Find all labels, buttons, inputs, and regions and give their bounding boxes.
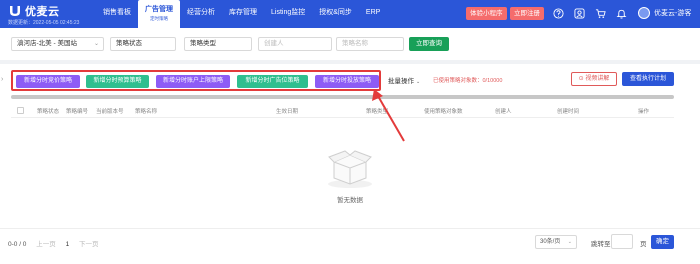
new-budget-strategy-button[interactable]: 新增分时预算策略 — [86, 75, 149, 88]
divider — [0, 228, 700, 229]
sync-time: 数据更新：2022-05-05 02:45:23 — [8, 20, 80, 26]
col-actions: 操作 — [638, 109, 650, 115]
new-targeting-strategy-button[interactable]: 新增分时投放策略 — [315, 75, 379, 88]
col-type[interactable]: 策略类型 — [366, 107, 388, 115]
nav-ad-management[interactable]: 广告管理 定时策略 — [138, 0, 180, 28]
strategy-list-card: › 新增分时竞价策略 新增分时预算策略 新增分时账户上限策略 新增分时广告位策略… — [0, 64, 700, 264]
table-header: 策略状态 策略编号 当前版本号 策略名称 生效日期 策略类型 使用策略对象数 创… — [11, 102, 674, 118]
register-button[interactable]: 立即注册 — [510, 7, 544, 20]
user-center-icon[interactable] — [573, 7, 585, 19]
page-size-select[interactable]: 30条/页 ⌄ — [535, 235, 577, 249]
play-icon: ⊙ — [578, 76, 584, 82]
current-page[interactable]: 1 — [66, 241, 70, 248]
logo-text: 优麦云 — [25, 6, 60, 18]
bell-icon[interactable] — [615, 7, 627, 19]
batch-operation-label: 批量操作 — [388, 78, 414, 85]
user-menu[interactable]: 优麦云-游客 — [638, 7, 691, 19]
col-create-time[interactable]: 创建时间 — [557, 107, 579, 115]
nav-sales-board[interactable]: 销售看板 — [96, 0, 138, 28]
avatar — [638, 7, 650, 19]
strategy-name-input[interactable]: 策略名称 — [336, 37, 404, 51]
filter-bar: 滇河店-北美 - 美国站 ⌄ 策略状态 策略类型 创建人 策略名称 立即查询 — [0, 28, 700, 60]
nav-erp[interactable]: ERP — [359, 0, 387, 28]
video-tutorial-button[interactable]: ⊙ 视频讲解 — [571, 72, 617, 86]
cart-icon[interactable] — [594, 7, 606, 19]
new-bid-strategy-button[interactable]: 新增分时竞价策略 — [16, 75, 80, 88]
nav-ad-management-label: 广告管理 — [145, 6, 173, 13]
nav-auth-sync[interactable]: 授权&同步 — [312, 0, 359, 28]
video-tutorial-label: 视频讲解 — [585, 76, 610, 82]
next-page-button[interactable]: 下一页 — [79, 241, 99, 248]
query-button[interactable]: 立即查询 — [409, 37, 449, 51]
creator-placeholder: 创建人 — [264, 40, 284, 47]
nav-inventory[interactable]: 库存管理 — [222, 0, 264, 28]
strategy-name-placeholder: 策略名称 — [342, 40, 368, 47]
view-execution-plan-button[interactable]: 查看执行计划 — [622, 72, 674, 86]
help-icon[interactable] — [552, 7, 564, 19]
page-range: 0-0 / 0 — [8, 241, 27, 248]
main-nav: 销售看板 广告管理 定时策略 经营分析 库存管理 Listing监控 授权&同步… — [96, 0, 387, 28]
col-id[interactable]: 策略编号 — [66, 107, 88, 115]
goto-page-input[interactable] — [611, 234, 633, 249]
goto-confirm-button[interactable]: 确定 — [651, 235, 674, 249]
prev-page-button[interactable]: 上一页 — [36, 241, 56, 248]
col-creator[interactable]: 创建人 — [495, 107, 512, 115]
col-name[interactable]: 策略名称 — [135, 107, 157, 115]
chevron-right-icon[interactable]: › — [1, 76, 3, 83]
shop-select-value: 滇河店-北美 - 美国站 — [17, 40, 77, 47]
select-all-checkbox[interactable] — [17, 107, 24, 114]
shop-select[interactable]: 滇河店-北美 - 美国站 ⌄ — [11, 37, 104, 51]
new-account-limit-strategy-button[interactable]: 新增分时账户上限策略 — [156, 75, 230, 88]
username: 优麦云-游客 — [654, 10, 692, 17]
new-placement-strategy-button[interactable]: 新增分时广告位策略 — [237, 75, 308, 88]
used-object-count: 已使用策略对象数：0/10000 — [433, 78, 503, 84]
col-object-count[interactable]: 使用策略对象数 — [424, 107, 463, 115]
strategy-type-value: 策略类型 — [190, 40, 216, 47]
chevron-down-icon: ⌄ — [93, 41, 99, 47]
top-navbar: 优麦云 数据更新：2022-05-05 02:45:23 销售看板 广告管理 定… — [0, 0, 700, 28]
chevron-down-icon: ⌄ — [567, 239, 572, 245]
empty-box-icon — [328, 150, 372, 188]
new-strategy-group-highlight: 新增分时竞价策略 新增分时预算策略 新增分时账户上限策略 新增分时广告位策略 新… — [11, 70, 381, 91]
strategy-type-select[interactable]: 策略类型 — [184, 37, 252, 51]
page-unit-label: 页 — [640, 241, 647, 248]
mini-program-button[interactable]: 体验小程序 — [466, 7, 507, 20]
strategy-status-select[interactable]: 策略状态 — [110, 37, 176, 51]
horizontal-scrollbar[interactable] — [11, 95, 674, 99]
logo[interactable]: 优麦云 — [8, 3, 60, 19]
chevron-down-icon: ⌄ — [416, 79, 421, 85]
batch-operation-dropdown[interactable]: 批量操作 ⌄ — [388, 75, 420, 85]
nav-business-analysis[interactable]: 经营分析 — [180, 0, 222, 28]
logo-icon — [10, 6, 20, 16]
strategy-status-value: 策略状态 — [116, 40, 142, 47]
empty-state-text: 暂无数据 — [337, 197, 363, 204]
creator-input[interactable]: 创建人 — [258, 37, 332, 51]
col-effective-date[interactable]: 生效日期 — [276, 107, 298, 115]
nav-listing-monitor[interactable]: Listing监控 — [264, 0, 312, 28]
goto-label: 跳转至 — [591, 241, 611, 248]
col-version[interactable]: 当前版本号 — [96, 107, 124, 115]
col-status[interactable]: 策略状态 — [37, 107, 59, 115]
nav-ad-management-sub: 定时策略 — [150, 16, 168, 21]
pagination-info: 0-0 / 0 上一页 1 下一页 — [8, 238, 99, 248]
page-size-value: 30条/页 — [540, 239, 561, 245]
